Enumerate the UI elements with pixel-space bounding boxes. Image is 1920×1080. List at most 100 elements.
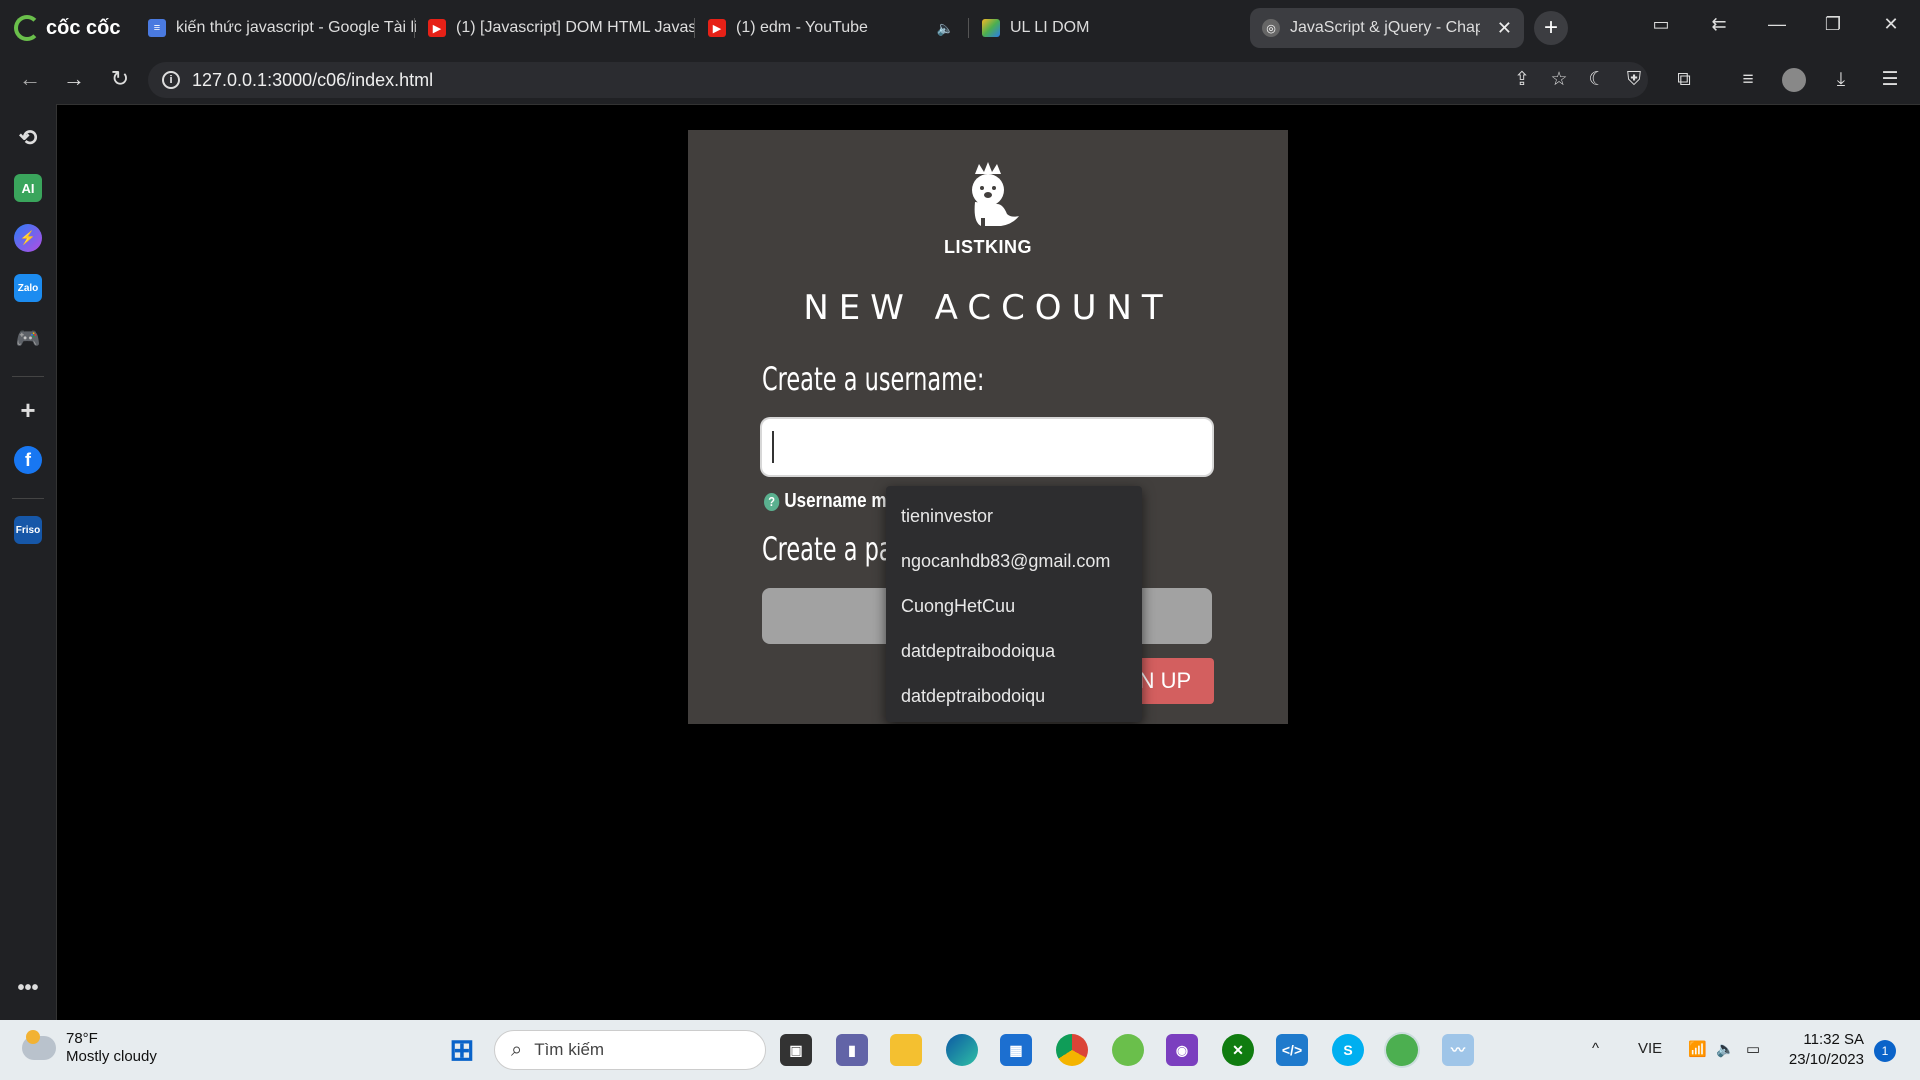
- tab-youtube-dom[interactable]: ▶ (1) [Javascript] DOM HTML Javascript: [416, 8, 694, 48]
- brand: LISTKING: [688, 160, 1288, 258]
- language-indicator[interactable]: VIE: [1638, 1040, 1662, 1057]
- reload-icon[interactable]: ↻: [106, 66, 134, 92]
- restore-icon[interactable]: ❐: [1818, 14, 1848, 35]
- dark-mode-icon[interactable]: ☾: [1585, 68, 1609, 92]
- history-icon[interactable]: ⟲: [14, 124, 42, 152]
- weather-widget[interactable]: 78°F Mostly cloudy: [22, 1030, 157, 1066]
- tab-title: kiến thức javascript - Google Tài liệu: [176, 19, 416, 36]
- app-icon[interactable]: ◉: [1166, 1034, 1198, 1066]
- friso-icon[interactable]: Friso: [14, 516, 42, 544]
- share-icon[interactable]: ⇪: [1510, 68, 1534, 92]
- add-icon[interactable]: +: [14, 395, 42, 425]
- tab-separator: [414, 18, 415, 38]
- profile-avatar[interactable]: [1782, 68, 1806, 92]
- text-caret: [772, 431, 774, 463]
- username-hint: ? Username mu: [764, 490, 897, 513]
- tab-title: (1) edm - YouTube: [736, 19, 868, 36]
- vscode-icon[interactable]: </>: [1276, 1034, 1308, 1066]
- tab-ul-li-dom[interactable]: UL LI DOM: [970, 8, 1240, 48]
- close-window-icon[interactable]: ✕: [1876, 14, 1906, 35]
- browser-name: cốc cốc: [46, 16, 121, 39]
- google-docs-icon: ≡: [148, 19, 166, 37]
- minimize-icon[interactable]: —: [1762, 14, 1792, 35]
- wifi-icon[interactable]: 📶: [1688, 1040, 1707, 1058]
- battery-icon[interactable]: ▭: [1746, 1040, 1760, 1058]
- windows-start-icon[interactable]: ⊞: [446, 1034, 478, 1067]
- shield-icon[interactable]: ⛨: [1622, 68, 1646, 92]
- facebook-icon[interactable]: f: [14, 446, 42, 474]
- tab-title: JavaScript & jQuery - Chapter: [1290, 19, 1480, 36]
- browser-sidebar: ⟲ AI ⚡ Zalo 🎮 + f Friso •••: [0, 104, 56, 1020]
- page-title: NEW ACCOUNT: [803, 288, 1173, 328]
- star-icon[interactable]: ☆: [1547, 68, 1571, 92]
- coccoc-taskbar-icon[interactable]: [1112, 1034, 1144, 1066]
- username-input[interactable]: [762, 419, 1212, 475]
- forward-icon[interactable]: →: [60, 66, 88, 92]
- back-history-icon[interactable]: ⇇: [1704, 14, 1734, 35]
- autocomplete-item[interactable]: datdeptraibodoiqua: [886, 629, 1142, 674]
- notification-badge[interactable]: 1: [1874, 1040, 1896, 1062]
- taskbar: 78°F Mostly cloudy ⊞ ⌕ Tìm kiếm ▣ ▮ ▦ ◉ …: [0, 1020, 1920, 1080]
- task-view-icon[interactable]: ▣: [780, 1034, 812, 1066]
- coccoc-icon: [14, 15, 40, 41]
- media-icon[interactable]: ≡: [1736, 68, 1760, 92]
- tab-separator: [968, 18, 969, 38]
- slides-icon: [982, 19, 1000, 37]
- autocomplete-dropdown: tieninvestor ngocanhdb83@gmail.com Cuong…: [886, 486, 1142, 722]
- menu-icon[interactable]: ☰: [1878, 68, 1902, 92]
- chrome-icon[interactable]: [1056, 1034, 1088, 1066]
- autocomplete-item[interactable]: CuongHetCuu: [886, 584, 1142, 629]
- help-icon: ?: [764, 492, 780, 511]
- info-icon[interactable]: i: [162, 71, 180, 89]
- zalo-icon[interactable]: Zalo: [14, 274, 42, 302]
- back-icon[interactable]: ←: [16, 66, 44, 92]
- search-icon: ⌕: [511, 1038, 523, 1061]
- weather-status: Mostly cloudy: [66, 1048, 157, 1065]
- volume-icon[interactable]: 🔈: [1716, 1040, 1735, 1058]
- brand-name: LISTKING: [944, 237, 1032, 257]
- taskbar-search[interactable]: ⌕ Tìm kiếm: [494, 1030, 766, 1070]
- browser-logo[interactable]: cốc cốc: [0, 15, 140, 41]
- store-icon[interactable]: ▦: [1000, 1034, 1032, 1066]
- close-tab-icon[interactable]: ✕: [1497, 18, 1512, 39]
- autocomplete-item[interactable]: datdeptraibodoiqu: [886, 674, 1142, 719]
- sidebar-divider: [12, 376, 44, 377]
- teams-icon[interactable]: ▮: [836, 1034, 868, 1066]
- youtube-icon: ▶: [708, 19, 726, 37]
- tab-javascript-jquery[interactable]: ◎ JavaScript & jQuery - Chapter ✕: [1250, 8, 1524, 48]
- hint-text: Username mu: [784, 490, 897, 512]
- skype-icon[interactable]: S: [1332, 1034, 1364, 1066]
- address-bar[interactable]: i 127.0.0.1:3000/c06/index.html: [148, 62, 1648, 98]
- tab-separator: [694, 18, 695, 38]
- tab-youtube-edm[interactable]: ▶ (1) edm - YouTube 🔈: [696, 8, 966, 48]
- game-controller-icon[interactable]: 🎮: [14, 324, 42, 352]
- more-icon[interactable]: •••: [14, 974, 42, 1002]
- url-text: 127.0.0.1:3000/c06/index.html: [192, 69, 434, 90]
- cloudy-icon: [22, 1030, 56, 1060]
- tab-google-docs[interactable]: ≡ kiến thức javascript - Google Tài liệu: [136, 8, 416, 48]
- ai-icon[interactable]: AI: [14, 174, 42, 202]
- edge-icon[interactable]: [946, 1034, 978, 1066]
- sidebar-divider: [12, 498, 44, 499]
- file-explorer-icon[interactable]: [890, 1034, 922, 1066]
- clock[interactable]: 11:32 SA 23/10/2023: [1784, 1030, 1864, 1070]
- monitor-icon[interactable]: 〰: [1442, 1034, 1474, 1066]
- autocomplete-item[interactable]: ngocanhdb83@gmail.com: [886, 539, 1142, 584]
- date: 23/10/2023: [1788, 1051, 1864, 1068]
- speaker-icon[interactable]: 🔈: [937, 20, 954, 37]
- messenger-icon[interactable]: ⚡: [14, 224, 42, 252]
- coccoc-active-icon[interactable]: [1386, 1034, 1418, 1066]
- username-label: Create a username:: [762, 360, 985, 398]
- temperature: 78°F: [66, 1030, 98, 1047]
- autocomplete-item[interactable]: tieninvestor: [886, 494, 1142, 539]
- extensions-icon[interactable]: ⧉: [1672, 68, 1696, 92]
- time: 11:32 SA: [1803, 1031, 1864, 1048]
- download-icon[interactable]: ⤓: [1829, 68, 1853, 92]
- new-tab-button[interactable]: +: [1534, 11, 1568, 45]
- chevron-up-icon[interactable]: ^: [1592, 1040, 1599, 1057]
- password-label: Create a pa: [762, 530, 893, 568]
- tab-title: (1) [Javascript] DOM HTML Javascript: [456, 19, 694, 36]
- xbox-icon[interactable]: ✕: [1222, 1034, 1254, 1066]
- tab-search-icon[interactable]: ▭: [1646, 14, 1676, 35]
- tab-title: UL LI DOM: [1010, 19, 1090, 36]
